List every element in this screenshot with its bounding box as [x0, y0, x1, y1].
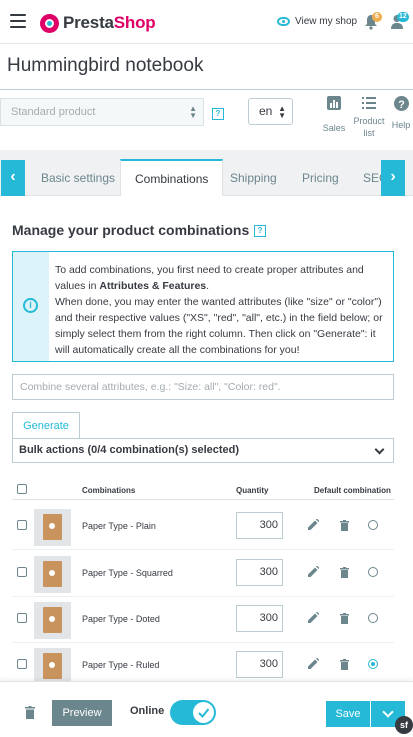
combinations-table-header: Combinations Quantity Default combinatio… [12, 478, 394, 500]
combine-attributes-input[interactable]: Combine several attributes, e.g.: "Size:… [12, 374, 394, 400]
generate-button[interactable]: Generate [12, 412, 80, 439]
product-name-input[interactable]: Hummingbird notebook [0, 44, 413, 90]
combination-thumbnail [34, 556, 71, 593]
prestashop-logo[interactable]: PrestaShop [40, 13, 156, 33]
pencil-icon[interactable] [308, 519, 319, 530]
product-footer-bar: Preview Online Save [0, 681, 413, 737]
tabs-scroll-right-icon[interactable]: › [381, 160, 405, 196]
view-my-shop-label: View my shop [295, 16, 358, 27]
select-arrows-icon: ▲ ▼ [189, 104, 197, 120]
select-all-checkbox[interactable] [17, 484, 27, 494]
symfony-toolbar-icon[interactable]: sf [395, 716, 413, 734]
info-icon: i [23, 298, 38, 313]
bulk-actions-label: Bulk actions (0/4 combination(s) selecte… [19, 444, 240, 456]
tab-shipping[interactable]: Shipping [230, 160, 277, 196]
language-value: en [259, 104, 273, 118]
combination-name: Paper Type - Squarred [82, 568, 173, 578]
column-default-combination: Default combination [314, 486, 391, 495]
brand-name-part1: Presta [63, 13, 114, 32]
bulk-actions-dropdown[interactable]: Bulk actions (0/4 combination(s) selecte… [12, 438, 394, 463]
quantity-input[interactable]: 300 [236, 512, 283, 539]
delete-product-icon[interactable] [25, 706, 35, 719]
column-quantity: Quantity [236, 486, 269, 495]
trash-icon[interactable] [340, 567, 349, 578]
combinations-help-icon[interactable]: ? [254, 225, 266, 237]
chevron-down-icon [374, 444, 385, 455]
online-toggle[interactable] [170, 700, 216, 725]
tab-pricing[interactable]: Pricing [302, 160, 339, 196]
table-row: Paper Type - Plain 300 [12, 504, 394, 550]
row-checkbox[interactable] [17, 567, 27, 577]
info-alert-text: To add combinations, you first need to c… [55, 264, 383, 356]
help-circle-icon: ? [393, 96, 409, 111]
language-select[interactable]: en ▲ ▼ [248, 98, 293, 125]
table-row: Paper Type - Doted 300 [12, 597, 394, 643]
info-alert: i To add combinations, you first need to… [12, 251, 394, 362]
select-arrows-icon: ▲ ▼ [278, 104, 286, 120]
default-combination-radio[interactable] [368, 567, 378, 577]
combination-name: Paper Type - Plain [82, 521, 156, 531]
row-checkbox[interactable] [17, 520, 27, 530]
save-button[interactable]: Save [326, 701, 370, 727]
row-checkbox[interactable] [17, 613, 27, 623]
product-type-select[interactable]: Standard product ▲ ▼ [0, 98, 204, 126]
combination-name: Paper Type - Doted [82, 614, 160, 624]
column-combinations: Combinations [82, 486, 136, 495]
brand-name-part2: Shop [113, 13, 156, 32]
messages-badge: 12 [397, 12, 409, 22]
bar-chart-icon [327, 96, 341, 110]
row-checkbox[interactable] [17, 659, 27, 669]
tab-basic-settings[interactable]: Basic settings [41, 160, 115, 196]
preview-button[interactable]: Preview [52, 700, 112, 726]
product-list-button[interactable]: Product list [352, 96, 386, 139]
check-icon [198, 708, 210, 718]
combine-attributes-placeholder: Combine several attributes, e.g.: "Size:… [20, 381, 281, 393]
combination-name: Paper Type - Ruled [82, 660, 160, 670]
quantity-input[interactable]: 300 [236, 559, 283, 586]
pencil-icon[interactable] [308, 658, 319, 669]
quantity-input[interactable]: 300 [236, 651, 283, 678]
default-combination-radio[interactable] [368, 613, 378, 623]
combination-thumbnail [34, 648, 71, 685]
trash-icon[interactable] [340, 659, 349, 670]
product-type-value: Standard product [11, 106, 96, 118]
product-name-value: Hummingbird notebook [7, 55, 204, 76]
svg-text:?: ? [398, 99, 405, 111]
menu-icon[interactable] [10, 14, 26, 28]
product-list-label: Product list [353, 116, 385, 138]
product-type-help-icon[interactable]: ? [212, 108, 224, 120]
table-row: Paper Type - Squarred 300 [12, 551, 394, 597]
trash-icon[interactable] [340, 520, 349, 531]
prestashop-logo-icon [40, 13, 59, 33]
sales-label: Sales [322, 123, 346, 133]
default-combination-radio[interactable] [368, 659, 378, 669]
pencil-icon[interactable] [308, 566, 319, 577]
help-button[interactable]: ? Help [390, 96, 412, 130]
tabs-scroll-left-icon[interactable]: ‹ [1, 160, 25, 196]
pencil-icon[interactable] [308, 612, 319, 623]
default-combination-radio[interactable] [368, 520, 378, 530]
view-my-shop-link[interactable]: View my shop [277, 16, 357, 27]
quantity-input[interactable]: 300 [236, 605, 283, 632]
list-icon [362, 97, 376, 109]
combination-thumbnail [34, 509, 71, 546]
combination-thumbnail [34, 602, 71, 639]
trash-icon[interactable] [340, 613, 349, 624]
attributes-features-link[interactable]: Attributes & Features [99, 280, 206, 292]
notifications-badge: 6 [372, 12, 382, 22]
sales-button[interactable]: Sales [322, 96, 346, 133]
help-label: Help [391, 120, 411, 130]
eye-icon [277, 17, 290, 26]
online-label: Online [130, 705, 165, 717]
tab-combinations[interactable]: Combinations [120, 159, 224, 196]
top-bar: PrestaShop View my shop 6 12 [0, 0, 413, 44]
section-title: Manage your product combinations [12, 222, 250, 238]
